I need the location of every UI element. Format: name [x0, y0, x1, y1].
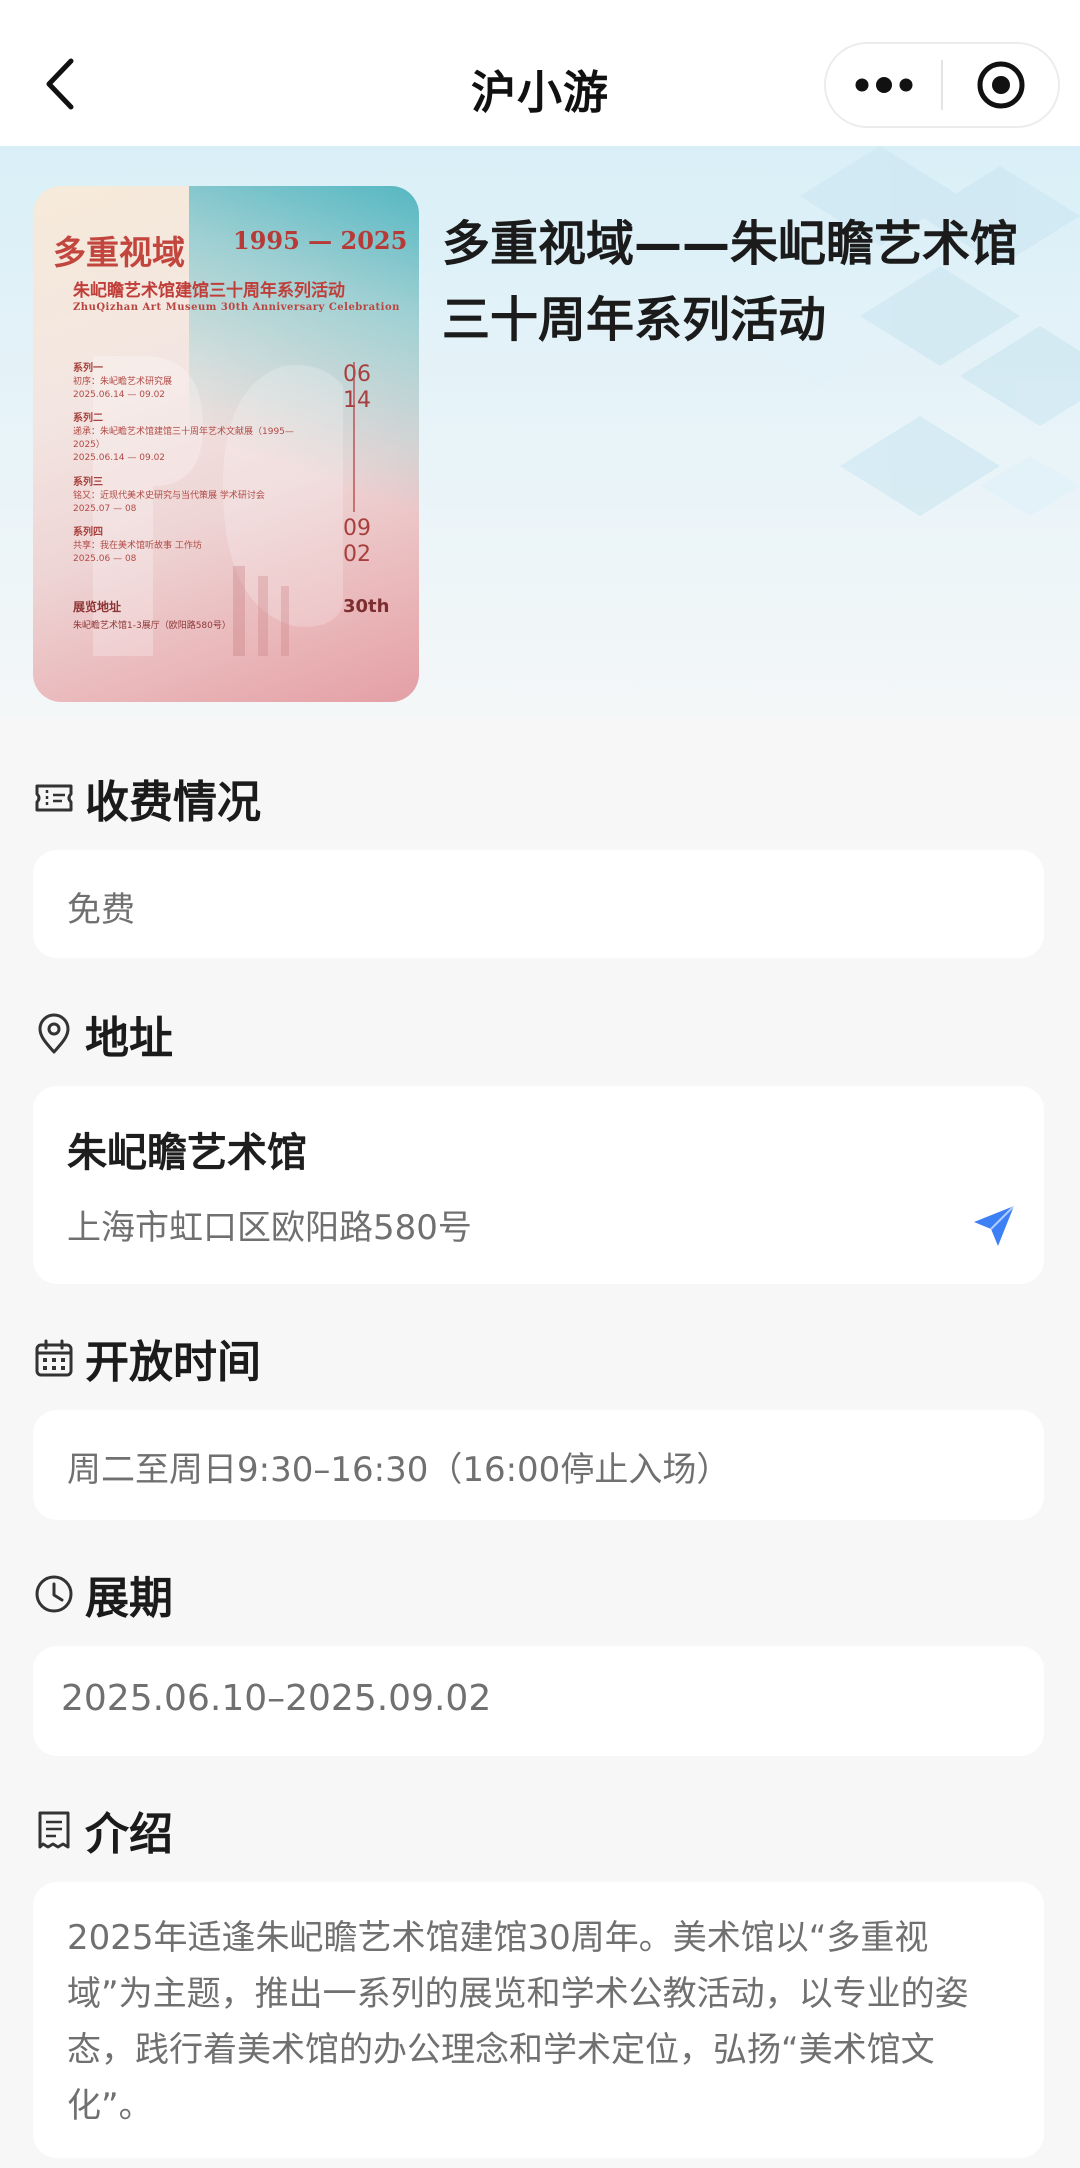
event-title: 多重视域——朱屺瞻艺术馆三十周年系列活动 [442, 216, 1019, 348]
document-icon [33, 1809, 75, 1851]
poster-headline: 多重视域 [53, 233, 185, 272]
target-close-icon [977, 61, 1024, 109]
poster-series-2: 系列二 递承：朱屺瞻艺术馆建馆三十周年艺术文献展（1995—2025） 2025… [73, 413, 294, 463]
period-card: 2025.06.10–2025.09.02 [33, 1646, 1044, 1756]
close-miniprogram-button[interactable] [943, 44, 1058, 126]
poster-series-1: 系列一 初序：朱屺瞻艺术研究展 2025.06.14 — 09.02 [73, 363, 173, 400]
section-address-title: 地址 [85, 1013, 173, 1064]
fee-card: 免费 [33, 850, 1044, 958]
calendar-icon [33, 1337, 75, 1379]
fee-value: 免费 [67, 890, 135, 930]
hours-value: 周二至周日9:30–16:30（16:00停止入场） [67, 1450, 731, 1490]
poster-date-start-day: 14 [343, 388, 371, 413]
poster-years: 1995 — 2025 [233, 226, 408, 255]
clock-icon [33, 1573, 75, 1615]
hours-card: 周二至周日9:30–16:30（16:00停止入场） [33, 1410, 1044, 1520]
venue-name: 朱屺瞻艺术馆 [67, 1130, 307, 1176]
section-period-title: 展期 [85, 1573, 173, 1624]
address-card[interactable]: 朱屺瞻艺术馆 上海市虹口区欧阳路580号 [33, 1086, 1044, 1284]
section-intro-header: 介绍 [33, 1798, 173, 1862]
navigation-bar: 沪小游 [0, 0, 1080, 146]
venue-address: 上海市虹口区欧阳路580号 [67, 1208, 472, 1248]
poster-series-3: 系列三 铭又：近现代美术史研究与当代策展 学术研讨会 2025.07 — 08 [73, 477, 265, 514]
event-poster[interactable]: 多重视域 1995 — 2025 朱屺瞻艺术馆建馆三十周年系列活动 ZhuQiz… [33, 186, 419, 702]
section-fee-title: 收费情况 [85, 777, 261, 828]
period-value: 2025.06.10–2025.09.02 [61, 1678, 492, 1719]
poster-english: ZhuQizhan Art Museum 30th Anniversary Ce… [73, 302, 400, 313]
section-hours-title: 开放时间 [85, 1337, 261, 1388]
poster-date-start-month: 06 [343, 362, 371, 387]
section-address-header: 地址 [33, 1002, 173, 1066]
poster-date-end-month: 09 [343, 516, 371, 541]
poster-series-4: 系列四 共享：我在美术馆听故事 工作坊 2025.06 — 08 [73, 527, 202, 564]
intro-card: 2025年适逢朱屺瞻艺术馆建馆30周年。美术馆以“多重视域”为主题，推出一系列的… [33, 1882, 1044, 2158]
event-hero: 多重视域 1995 — 2025 朱屺瞻艺术馆建馆三十周年系列活动 ZhuQiz… [0, 146, 1080, 718]
more-button[interactable] [826, 44, 941, 126]
ticket-icon [33, 777, 75, 819]
poster-date-end-day: 02 [343, 542, 371, 567]
intro-text: 2025年适逢朱屺瞻艺术馆建馆30周年。美术馆以“多重视域”为主题，推出一系列的… [67, 1918, 969, 2126]
poster-subtitle: 朱屺瞻艺术馆建馆三十周年系列活动 [73, 281, 345, 301]
navigate-arrow-icon [974, 1205, 1015, 1246]
poster-anniversary-badge: 30th [343, 596, 390, 617]
section-intro-title: 介绍 [85, 1809, 173, 1860]
more-dots-icon [855, 77, 912, 93]
section-period-header: 展期 [33, 1562, 173, 1626]
section-fee-header: 收费情况 [33, 766, 261, 830]
poster-venue-label: 展览地址 [73, 600, 122, 614]
location-pin-icon [33, 1013, 75, 1055]
poster-date-line [353, 362, 355, 512]
navigate-button[interactable] [970, 1202, 1018, 1250]
section-hours-header: 开放时间 [33, 1326, 261, 1390]
mini-program-capsule [824, 42, 1060, 128]
poster-venue: 朱屺瞻艺术馆1-3展厅（欧阳路580号） [73, 621, 231, 631]
